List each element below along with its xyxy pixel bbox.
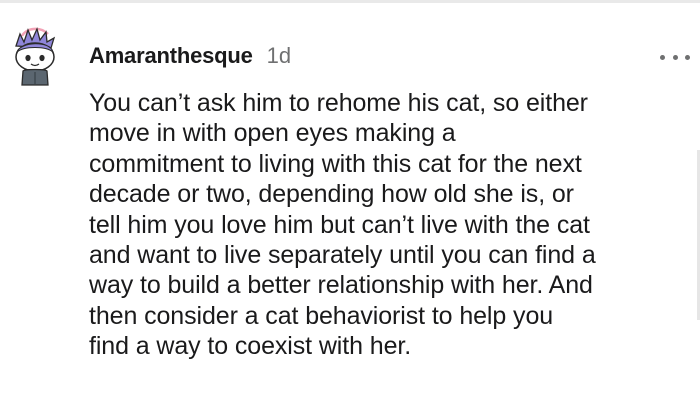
comment-header: Amaranthesque 1d: [89, 43, 291, 73]
more-options-icon: [672, 54, 678, 60]
more-options-icon: [685, 54, 690, 60]
snoo-avatar-icon: [15, 27, 56, 86]
comment-body: You can’t ask him to rehome his cat, so …: [89, 89, 596, 361]
more-options-button[interactable]: [660, 47, 690, 67]
avatar[interactable]: [10, 24, 60, 88]
more-options-icon: [660, 54, 665, 60]
comment-timestamp: 1d: [266, 43, 292, 68]
username-link[interactable]: Amaranthesque: [89, 43, 253, 69]
top-divider: [0, 0, 700, 3]
